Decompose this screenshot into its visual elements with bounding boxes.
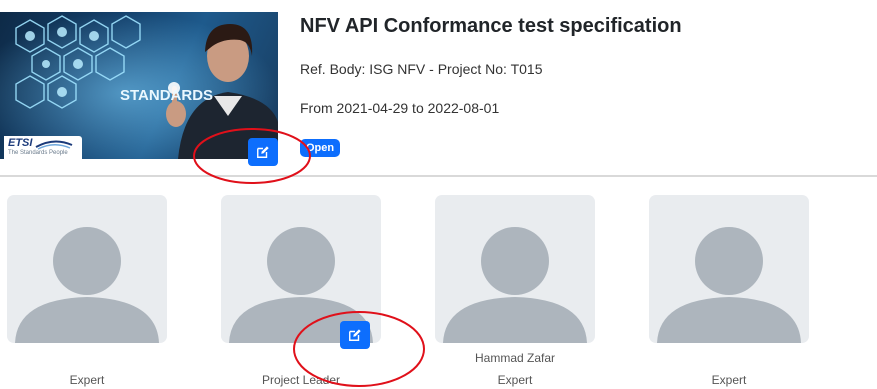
member-avatar bbox=[435, 195, 595, 343]
member-role: Expert bbox=[711, 373, 747, 387]
project-ref-line: Ref. Body: ISG NFV - Project No: T015 bbox=[300, 61, 543, 77]
member-role: Expert bbox=[497, 373, 533, 387]
person-silhouette-icon bbox=[443, 227, 587, 343]
project-banner-image: STANDARDS ETSI The Standards People bbox=[0, 12, 278, 159]
edit-member-button[interactable] bbox=[340, 321, 370, 349]
member-name: Hammad Zafar bbox=[474, 351, 556, 365]
project-date-range: From 2021-04-29 to 2022-08-01 bbox=[300, 100, 500, 116]
section-divider bbox=[0, 175, 877, 177]
etsi-logo-word: ETSI bbox=[8, 137, 33, 149]
person-silhouette-icon bbox=[15, 227, 159, 343]
member-avatar bbox=[649, 195, 809, 343]
person-silhouette-icon bbox=[657, 227, 801, 343]
pencil-square-icon bbox=[349, 329, 361, 341]
project-title: NFV API Conformance test specification bbox=[300, 15, 682, 37]
etsi-logo: ETSI The Standards People bbox=[4, 136, 82, 159]
member-avatar bbox=[7, 195, 167, 343]
edit-banner-button[interactable] bbox=[248, 138, 278, 166]
etsi-logo-tagline: The Standards People bbox=[8, 150, 68, 156]
banner-overlay-text: STANDARDS bbox=[120, 87, 213, 104]
member-role: Expert bbox=[69, 373, 105, 387]
pencil-square-icon bbox=[257, 146, 269, 158]
status-badge: Open bbox=[300, 139, 341, 157]
member-role: Project Leader bbox=[261, 373, 341, 387]
